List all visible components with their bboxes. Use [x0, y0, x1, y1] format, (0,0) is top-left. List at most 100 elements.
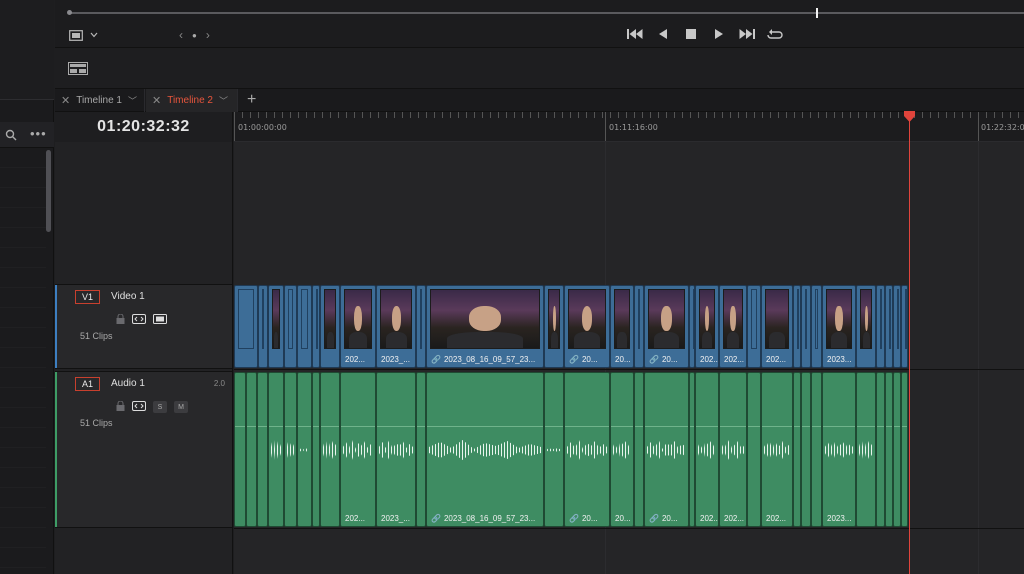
auto-select-icon[interactable] [132, 398, 146, 416]
close-icon[interactable]: ✕ [61, 94, 70, 107]
tab-timeline-2[interactable]: ✕ Timeline 2 ﹀ [146, 89, 238, 112]
audio-clip[interactable] [234, 372, 246, 527]
audio-clip[interactable] [312, 372, 320, 527]
audio-clip[interactable]: 202... [695, 372, 719, 527]
viewer-scrubber[interactable] [69, 12, 1024, 14]
more-options-icon[interactable]: ••• [30, 127, 47, 140]
lock-icon[interactable] [116, 398, 125, 416]
play-icon[interactable] [711, 27, 727, 41]
video-clip[interactable] [297, 285, 312, 368]
video-clip[interactable]: 🔗 20... [564, 285, 610, 368]
video-clip[interactable]: 2023_... [376, 285, 416, 368]
audio-clip[interactable] [856, 372, 876, 527]
video-clip[interactable] [544, 285, 564, 368]
audio-clip[interactable] [801, 372, 811, 527]
media-pool-scrollbar[interactable] [46, 150, 51, 232]
video-clip[interactable] [416, 285, 426, 368]
audio-clip[interactable] [811, 372, 822, 527]
audio-clip[interactable] [297, 372, 312, 527]
solo-button[interactable]: S [153, 401, 167, 413]
video-clip[interactable] [793, 285, 801, 368]
video-clip[interactable]: 202... [719, 285, 747, 368]
go-to-start-icon[interactable] [627, 27, 643, 41]
video-clip[interactable]: 202... [695, 285, 719, 368]
video-clip[interactable] [234, 285, 258, 368]
audio-clip[interactable]: 🔗 2023_08_16_09_57_23... [426, 372, 544, 527]
audio-clip[interactable] [268, 372, 284, 527]
video-clip[interactable]: 202... [761, 285, 793, 368]
audio-track-header[interactable]: A1 Audio 1 2.0 S M 51 Clips [55, 371, 233, 528]
go-to-end-icon[interactable] [739, 27, 755, 41]
audio-clip[interactable] [416, 372, 426, 527]
clip-label: 🔗 2023_08_16_09_57_23... [431, 355, 536, 364]
playhead-line[interactable] [909, 112, 910, 574]
audio-clip[interactable] [257, 372, 268, 527]
audio-clip[interactable]: 202... [761, 372, 793, 527]
chevron-down-icon[interactable]: ﹀ [219, 94, 228, 107]
chevron-down-icon[interactable]: ﹀ [128, 94, 137, 107]
audio-clip[interactable] [893, 372, 901, 527]
audio-clip[interactable] [634, 372, 644, 527]
video-clip[interactable]: 202... [340, 285, 376, 368]
audio-clip[interactable] [885, 372, 893, 527]
audio-clip[interactable]: 🔗 20... [564, 372, 610, 527]
audio-clip[interactable] [876, 372, 885, 527]
video-clip[interactable] [885, 285, 893, 368]
video-clip[interactable] [320, 285, 340, 368]
audio-clip[interactable]: 202... [719, 372, 747, 527]
track-name[interactable]: Audio 1 [111, 378, 145, 389]
audio-clip[interactable]: 🔗 20... [644, 372, 689, 527]
video-clip[interactable] [893, 285, 901, 368]
auto-select-icon[interactable] [132, 311, 146, 329]
video-clip[interactable] [284, 285, 297, 368]
audio-clip[interactable] [901, 372, 908, 527]
loop-icon[interactable] [767, 27, 783, 41]
lock-icon[interactable] [116, 311, 125, 329]
audio-clip[interactable] [320, 372, 340, 527]
close-icon[interactable]: ✕ [152, 94, 161, 107]
mute-button[interactable]: M [174, 401, 188, 413]
viewer-mode-dropdown[interactable] [69, 27, 107, 43]
link-icon: 🔗 [649, 355, 659, 364]
audio-clip[interactable]: 202... [340, 372, 376, 527]
play-reverse-icon[interactable] [655, 27, 671, 41]
video-clip[interactable] [258, 285, 268, 368]
audio-clip[interactable]: 2023... [822, 372, 856, 527]
video-clip[interactable] [268, 285, 284, 368]
video-clip[interactable] [634, 285, 644, 368]
track-tag-a1[interactable]: A1 [75, 377, 100, 391]
video-clip[interactable] [747, 285, 761, 368]
video-clip[interactable] [312, 285, 320, 368]
scrubber-start-marker [67, 10, 72, 15]
video-clip[interactable]: 20... [610, 285, 634, 368]
video-clip[interactable] [901, 285, 908, 368]
audio-clip[interactable] [747, 372, 761, 527]
next-clip-button[interactable]: › [206, 28, 210, 42]
audio-clip[interactable]: 2023_... [376, 372, 416, 527]
audio-clip[interactable] [246, 372, 257, 527]
stop-icon[interactable] [683, 27, 699, 41]
previous-clip-button[interactable]: ‹ [179, 28, 183, 42]
scrubber-playhead[interactable] [816, 8, 818, 18]
timecode-display[interactable]: 01:20:32:32 [55, 112, 233, 142]
video-clip[interactable]: 🔗 2023_08_16_09_57_23... [426, 285, 544, 368]
audio-clip[interactable]: 20... [610, 372, 634, 527]
audio-clip[interactable] [284, 372, 297, 527]
search-icon[interactable] [5, 128, 17, 146]
video-clip[interactable] [856, 285, 876, 368]
video-clip[interactable]: 2023... [822, 285, 856, 368]
video-clip[interactable] [876, 285, 885, 368]
add-timeline-icon[interactable]: + [247, 92, 256, 108]
track-name[interactable]: Video 1 [111, 291, 145, 302]
video-output-icon[interactable] [153, 311, 167, 329]
tab-timeline-1[interactable]: ✕ Timeline 1 ﹀ [55, 89, 145, 112]
track-tag-v1[interactable]: V1 [75, 290, 100, 304]
video-clip[interactable] [801, 285, 811, 368]
audio-clip[interactable] [544, 372, 564, 527]
timeline-view-options-icon[interactable] [68, 62, 88, 80]
playhead-marker-icon[interactable] [904, 111, 915, 122]
video-track-header[interactable]: V1 Video 1 51 Clips [55, 284, 233, 369]
video-clip[interactable]: 🔗 20... [644, 285, 689, 368]
video-clip[interactable] [811, 285, 822, 368]
audio-clip[interactable] [793, 372, 801, 527]
